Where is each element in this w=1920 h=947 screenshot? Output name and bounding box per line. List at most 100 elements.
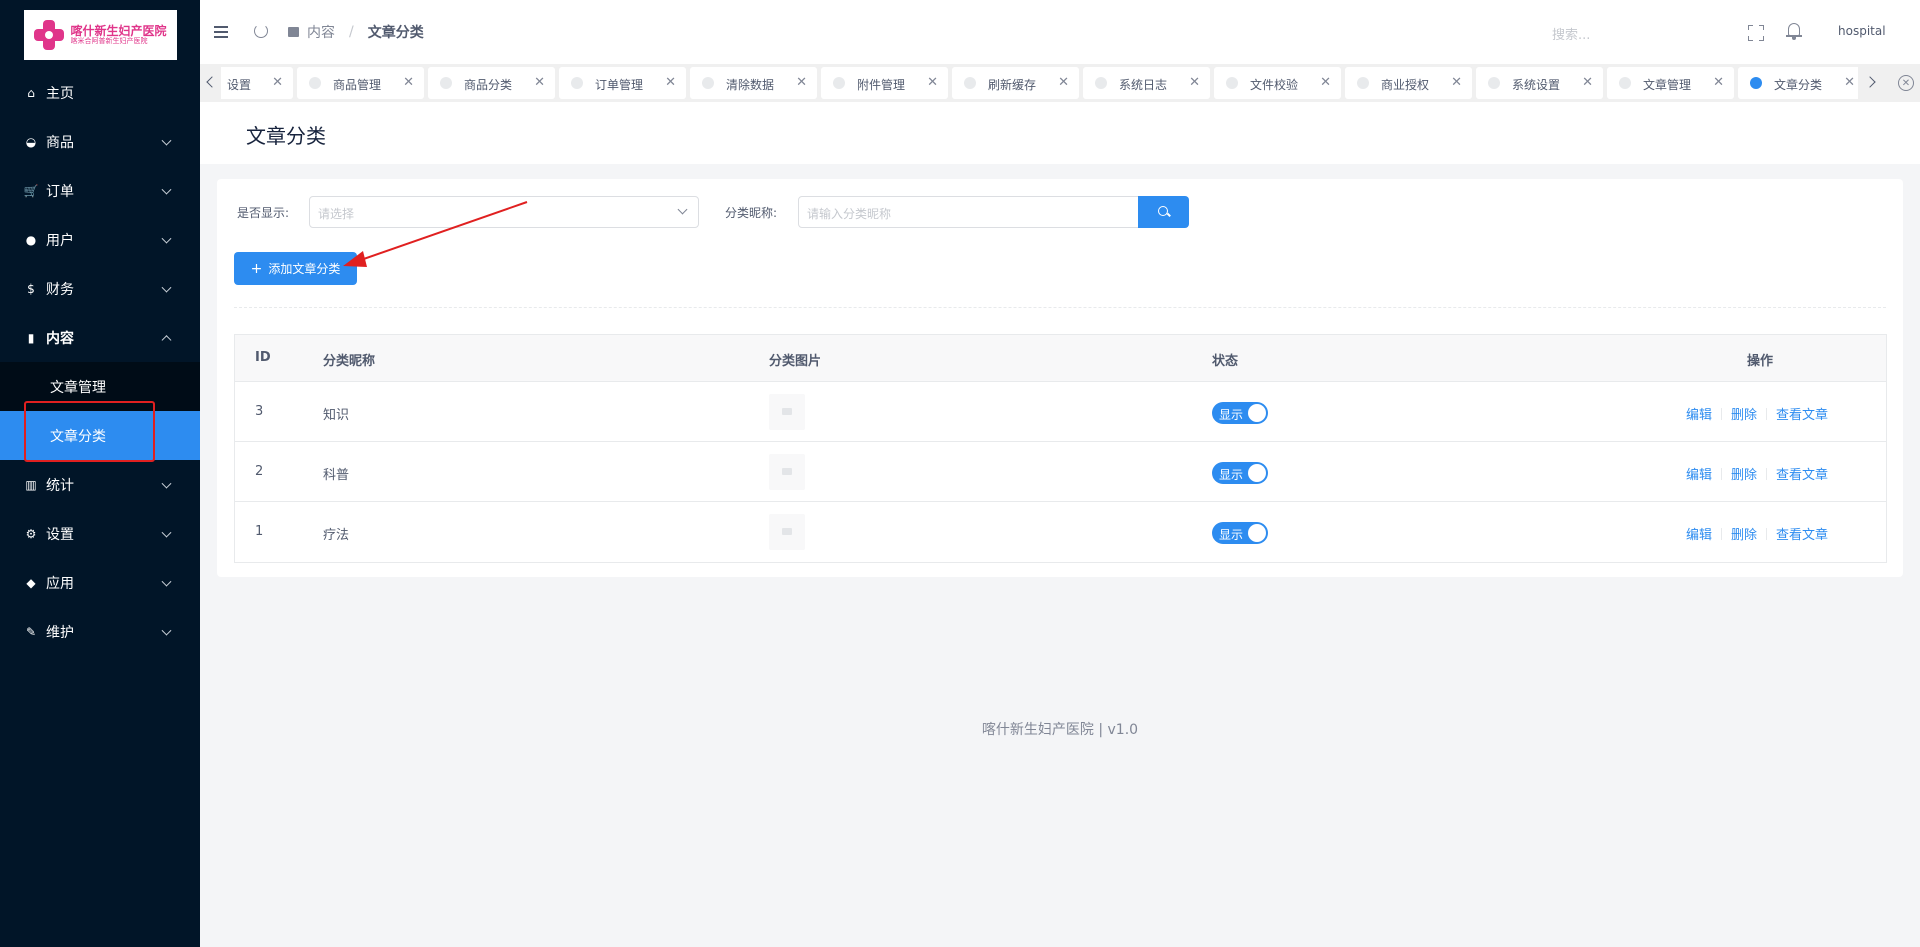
tab-system-log[interactable]: 系统日志 ✕ — [1083, 67, 1210, 99]
toggle-label: 显示 — [1219, 528, 1244, 542]
status-toggle[interactable]: 显示 — [1212, 402, 1268, 424]
gear-icon: ⚙ — [25, 526, 37, 541]
tab-goods-category[interactable]: 商品分类 ✕ — [428, 67, 555, 99]
row-actions: 编辑 删除 查看文章 — [1686, 524, 1828, 543]
close-icon[interactable]: ✕ — [1451, 75, 1462, 90]
close-icon[interactable]: ✕ — [665, 75, 676, 90]
sidebar-item-settings[interactable]: ⚙ 设置 — [0, 509, 200, 558]
book-icon: ▮ — [27, 330, 35, 345]
view-articles-link[interactable]: 查看文章 — [1776, 524, 1828, 543]
content-submenu: 文章管理 文章分类 — [0, 362, 200, 460]
edit-link[interactable]: 编辑 — [1686, 464, 1712, 483]
close-icon[interactable]: ✕ — [927, 75, 938, 90]
sidebar-item-apps[interactable]: ◆ 应用 — [0, 558, 200, 607]
tab-file-check[interactable]: 文件校验 ✕ — [1214, 67, 1341, 99]
breadcrumb-item[interactable]: 内容 — [307, 22, 335, 42]
annotation-arrow — [343, 201, 528, 267]
tab-refresh-cache[interactable]: 刷新缓存 ✕ — [952, 67, 1079, 99]
header-search-input[interactable]: 搜索... — [1552, 24, 1590, 43]
chart-icon: ▥ — [25, 477, 37, 492]
close-icon[interactable]: ✕ — [796, 75, 807, 90]
tab-system-settings[interactable]: 系统设置 ✕ — [1476, 67, 1603, 99]
menu-toggle-icon[interactable] — [214, 26, 228, 38]
tab-label: 商品管理 — [333, 78, 382, 92]
page-title: 文章分类 — [246, 124, 326, 148]
tab-dot-icon — [1357, 77, 1369, 89]
close-icon[interactable]: ✕ — [1189, 75, 1200, 90]
sidebar-subitem-article-manage[interactable]: 文章管理 — [0, 362, 200, 411]
chevron-down-icon — [161, 625, 172, 636]
hospital-logo[interactable]: 喀什新生妇产医院 喀米合阿普新生妇产医院 — [24, 10, 177, 60]
sidebar-item-stats[interactable]: ▥ 统计 — [0, 460, 200, 509]
toggle-label: 显示 — [1219, 408, 1244, 422]
sidebar-item-content[interactable]: ▮ 内容 — [0, 313, 200, 362]
image-placeholder-icon[interactable] — [769, 454, 805, 490]
cell-id: 3 — [255, 404, 264, 419]
status-toggle[interactable]: 显示 — [1212, 462, 1268, 484]
divider — [234, 307, 1886, 308]
tab-label: 清除数据 — [726, 78, 775, 92]
category-table: ID 分类昵称 分类图片 状态 操作 3 知识 显示 编辑 删除 查看文章 2 … — [234, 334, 1887, 563]
logo-subtitle: 喀米合阿普新生妇产医院 — [70, 36, 148, 45]
table-header: ID 分类昵称 分类图片 状态 操作 — [235, 335, 1886, 382]
tab-label: 刷新缓存 — [988, 78, 1037, 92]
tab-article-manage[interactable]: 文章管理 ✕ — [1607, 67, 1734, 99]
tab-goods-manage[interactable]: 商品管理 ✕ — [297, 67, 424, 99]
sidebar-subitem-article-category[interactable]: 文章分类 — [0, 411, 200, 460]
tab-order-manage[interactable]: 订单管理 ✕ — [559, 67, 686, 99]
toggle-knob — [1248, 464, 1266, 482]
delete-link[interactable]: 删除 — [1731, 524, 1757, 543]
fullscreen-icon[interactable] — [1748, 25, 1764, 41]
tabs-container: 设置 ✕ 商品管理 ✕ 商品分类 ✕ 订单管理 ✕ 清除数据 ✕ 附件管理 ✕ 刷新缓存 ✕ … — [221, 67, 1858, 99]
tab-settings[interactable]: 设置 ✕ — [221, 67, 293, 99]
logo-title: 喀什新生妇产医院 — [70, 23, 167, 38]
view-articles-link[interactable]: 查看文章 — [1776, 404, 1828, 423]
sidebar-item-users[interactable]: ● 用户 — [0, 215, 200, 264]
close-icon[interactable]: ✕ — [1713, 75, 1724, 90]
image-placeholder-icon[interactable] — [769, 394, 805, 430]
cell-id: 2 — [255, 464, 264, 479]
tabs-scroll-right-icon[interactable] — [1861, 72, 1881, 92]
tab-attachment-manage[interactable]: 附件管理 ✕ — [821, 67, 948, 99]
view-articles-link[interactable]: 查看文章 — [1776, 464, 1828, 483]
status-toggle[interactable]: 显示 — [1212, 522, 1268, 544]
chevron-down-icon — [677, 204, 688, 215]
close-icon[interactable]: ✕ — [403, 75, 414, 90]
sidebar-item-finance[interactable]: $ 财务 — [0, 264, 200, 313]
user-menu[interactable]: hospital — [1838, 24, 1886, 38]
sidebar-item-goods[interactable]: ◒ 商品 — [0, 117, 200, 166]
sidebar-item-maintain[interactable]: ✎ 维护 — [0, 607, 200, 656]
close-all-tabs-icon[interactable]: ✕ — [1898, 75, 1914, 91]
sidebar-item-home[interactable]: ⌂ 主页 — [0, 68, 200, 117]
close-icon[interactable]: ✕ — [1058, 75, 1069, 90]
close-icon[interactable]: ✕ — [1844, 75, 1855, 90]
tab-business-license[interactable]: 商业授权 ✕ — [1345, 67, 1472, 99]
edit-link[interactable]: 编辑 — [1686, 524, 1712, 543]
delete-link[interactable]: 删除 — [1731, 464, 1757, 483]
search-icon — [1157, 206, 1170, 218]
tab-label: 文章分类 — [1774, 78, 1823, 92]
edit-link[interactable]: 编辑 — [1686, 404, 1712, 423]
sidebar-item-orders[interactable]: 🛒 订单 — [0, 166, 200, 215]
close-icon[interactable]: ✕ — [1320, 75, 1331, 90]
toggle-knob — [1248, 404, 1266, 422]
sidebar-item-label: 订单 — [46, 183, 74, 200]
tab-dot-icon — [1226, 77, 1238, 89]
close-icon[interactable]: ✕ — [1582, 75, 1593, 90]
image-placeholder-icon[interactable] — [769, 514, 805, 550]
delete-link[interactable]: 删除 — [1731, 404, 1757, 423]
search-button[interactable] — [1138, 196, 1189, 228]
close-icon[interactable]: ✕ — [534, 75, 545, 90]
tab-dot-icon — [1095, 77, 1107, 89]
notification-bell-icon[interactable] — [1786, 22, 1802, 40]
footer-copyright: 喀什新生妇产医院 | v1.0 — [981, 722, 1139, 738]
refresh-icon[interactable] — [254, 24, 268, 38]
page-header: 文章分类 — [200, 102, 1920, 164]
category-name-input[interactable]: 请输入分类昵称 — [798, 196, 1139, 228]
sidebar-item-label: 财务 — [46, 281, 74, 298]
cell-id: 1 — [255, 524, 264, 539]
tabs-scroll-left-icon[interactable] — [200, 72, 220, 92]
tab-clear-data[interactable]: 清除数据 ✕ — [690, 67, 817, 99]
close-icon[interactable]: ✕ — [272, 75, 283, 90]
tab-article-category[interactable]: 文章分类 ✕ — [1738, 67, 1858, 99]
